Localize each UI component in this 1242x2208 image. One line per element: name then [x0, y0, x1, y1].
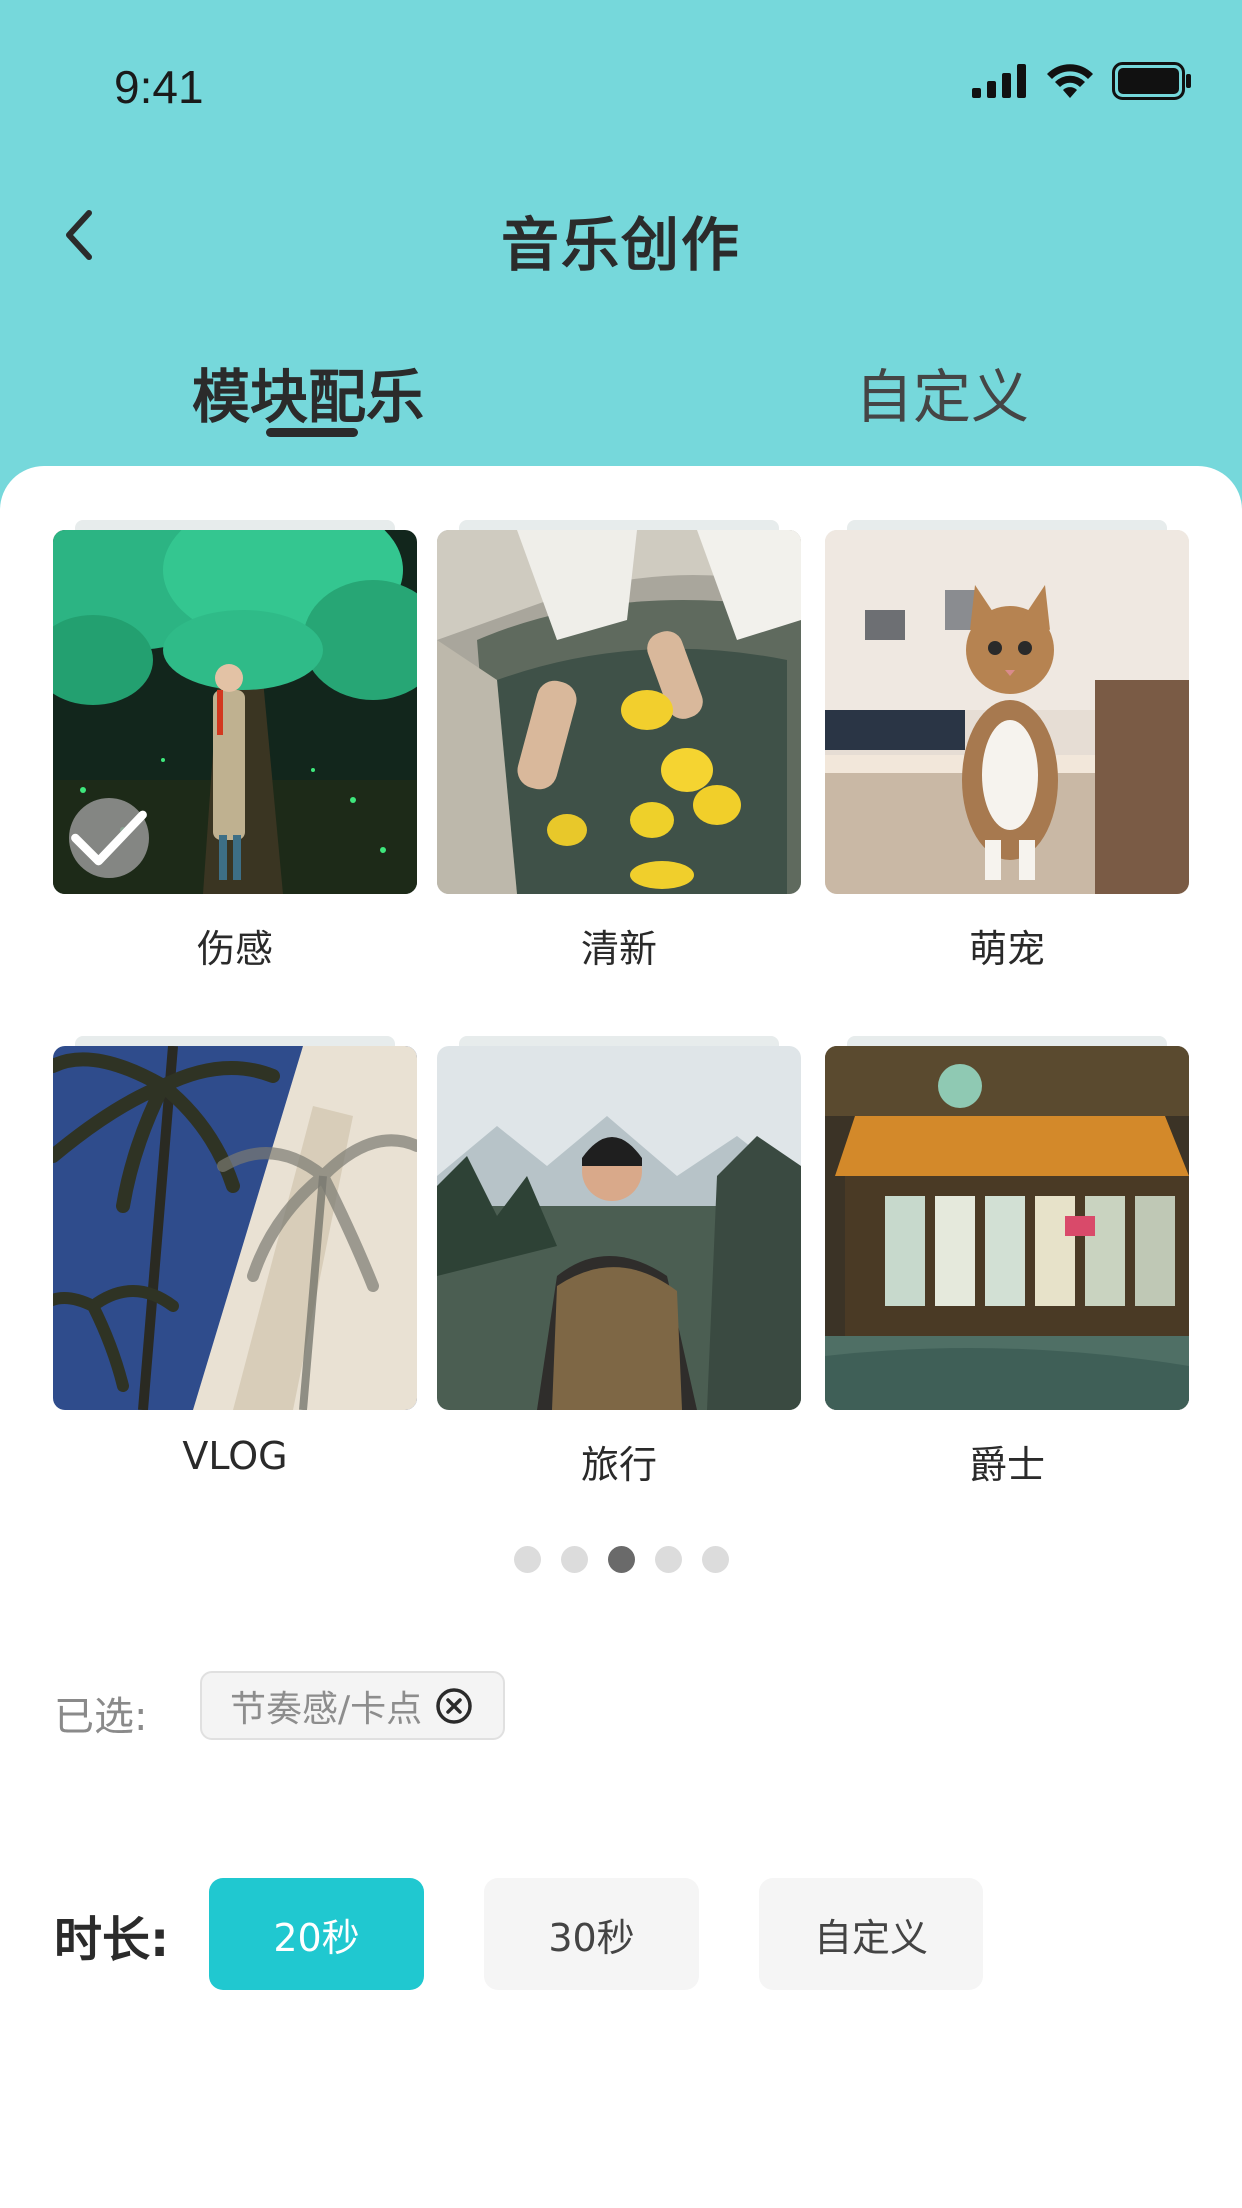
selected-check-icon [69, 798, 149, 878]
page-dot[interactable] [513, 1546, 541, 1573]
palm-trees-photo [53, 1046, 417, 1410]
tab-module-music[interactable]: 模块配乐 [192, 350, 424, 434]
page-dot-active[interactable] [607, 1546, 635, 1573]
music-card-label: 爵士 [968, 1443, 1045, 1487]
duration-label: 时长: [54, 1912, 170, 1968]
night-storefront-photo [825, 1046, 1189, 1410]
page-title: 音乐创作 [500, 211, 741, 279]
wifi-icon [1047, 64, 1093, 98]
hiker-mountains-photo [437, 1046, 801, 1410]
music-card-jazz[interactable]: 爵士 [825, 1036, 1189, 1489]
music-card-fresh[interactable]: 清新 [437, 520, 801, 973]
music-card-sad[interactable]: 伤感 [53, 520, 417, 973]
selected-chip: 节奏感/卡点 [200, 1671, 505, 1740]
music-card-label: 萌宠 [968, 927, 1045, 971]
lemons-in-water-photo [437, 530, 801, 894]
music-card-label: 旅行 [580, 1443, 657, 1487]
music-card-label: 伤感 [196, 927, 273, 971]
close-circle-icon[interactable] [434, 1686, 474, 1726]
forest-figure-illustration [53, 530, 417, 894]
active-tab-indicator [266, 428, 358, 437]
selected-chip-text: 节奏感/卡点 [230, 1688, 423, 1730]
tab-custom[interactable]: 自定义 [855, 350, 1029, 434]
duration-30s-button[interactable]: 30秒 [484, 1878, 699, 1990]
header: 9:41 音乐创作 模块配乐 自定义 [0, 0, 1242, 520]
music-card-travel[interactable]: 旅行 [437, 1036, 801, 1489]
music-card-label: VLOG [182, 1434, 288, 1478]
page-dot[interactable] [560, 1546, 588, 1573]
page-dot[interactable] [654, 1546, 682, 1573]
duration-20s-button[interactable]: 20秒 [209, 1878, 424, 1990]
page-dot[interactable] [701, 1546, 729, 1573]
music-card-pets[interactable]: 萌宠 [825, 520, 1189, 973]
selected-label: 已选: [54, 1694, 148, 1740]
music-card-label: 清新 [580, 927, 657, 971]
cat-photo [825, 530, 1189, 894]
status-time: 9:41 [114, 61, 204, 113]
duration-custom-button[interactable]: 自定义 [759, 1878, 983, 1990]
status-icons [972, 62, 1192, 100]
music-card-vlog[interactable]: VLOG [53, 1036, 417, 1478]
pagination-dots [0, 1546, 1242, 1573]
signal-icon [972, 64, 1026, 98]
battery-icon [1112, 62, 1191, 100]
